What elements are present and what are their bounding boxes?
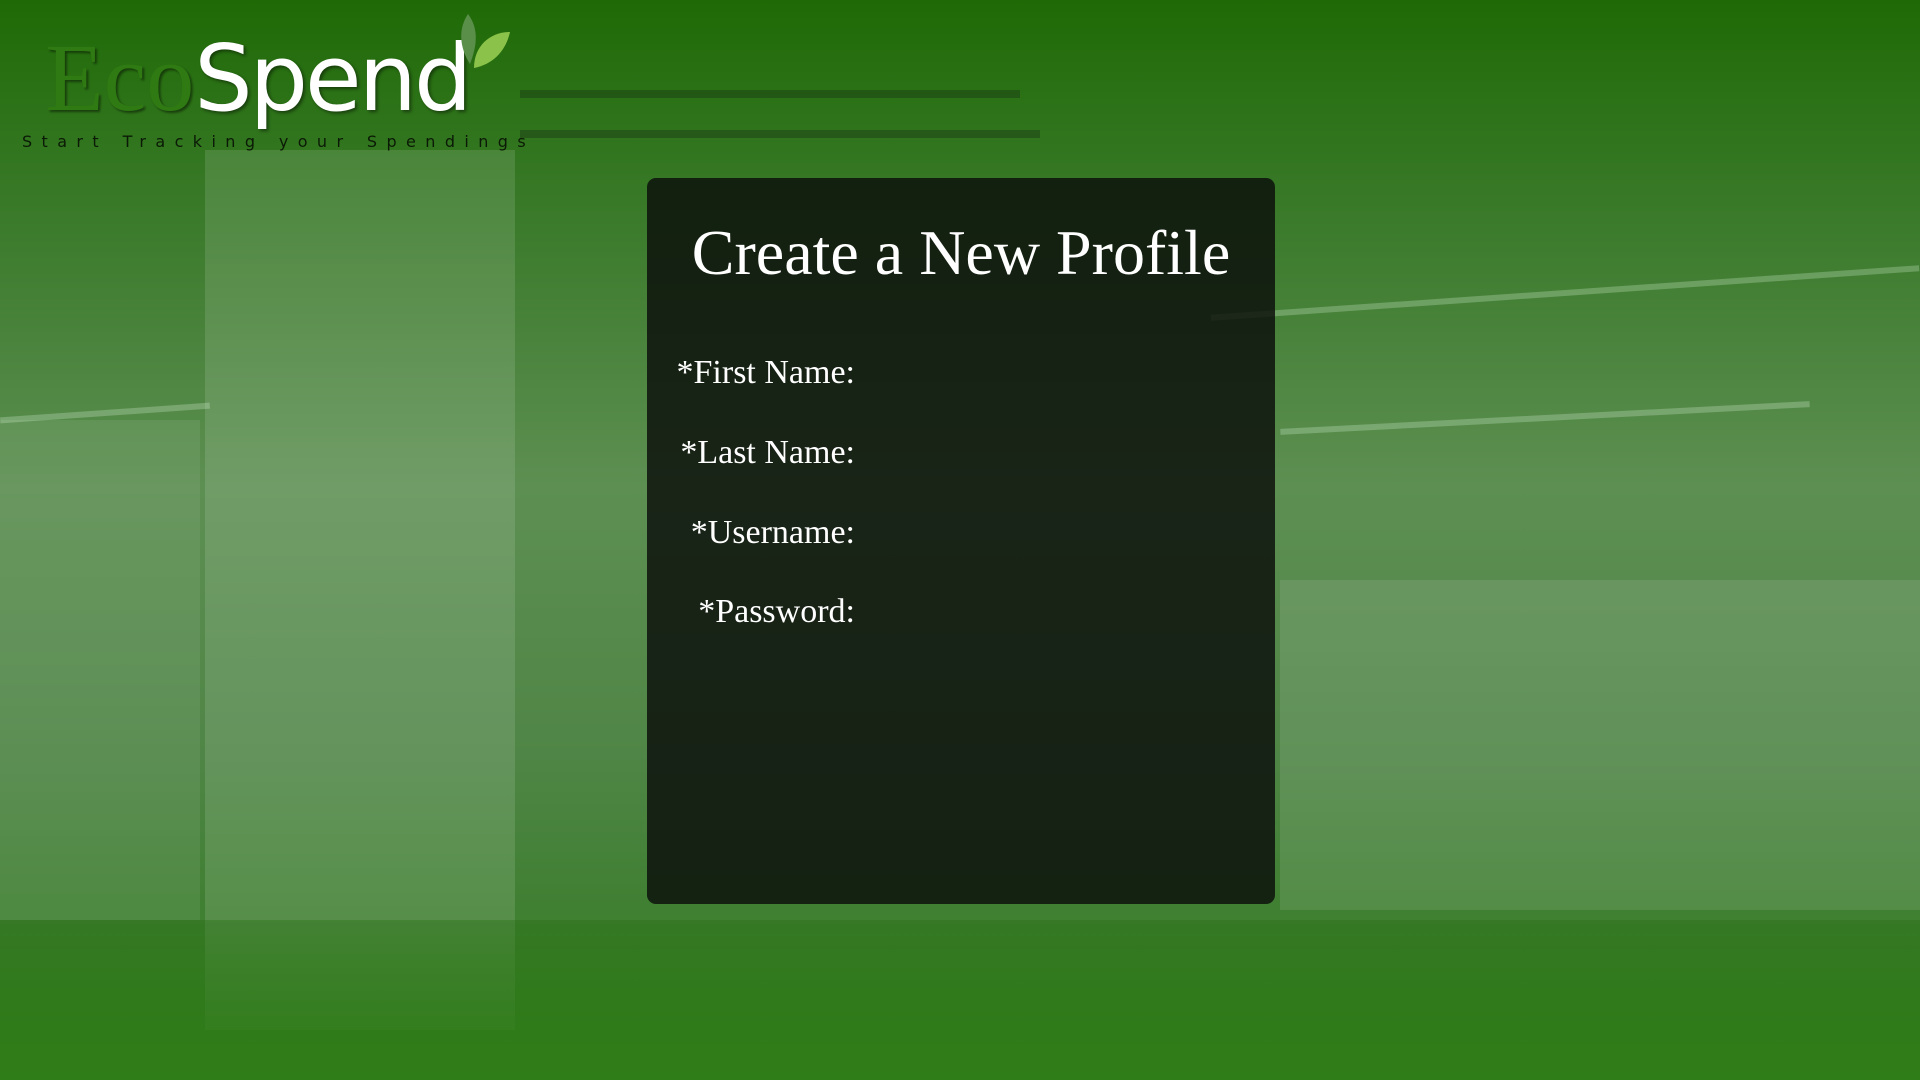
first-name-label: *First Name: [676,354,855,391]
ceiling-slat [520,90,1020,98]
logo-spend: Spend [194,25,472,132]
page-title: Create a New Profile [691,217,1231,288]
pillar [205,150,515,1030]
password-label: *Password: [698,593,855,630]
ceiling-slat [520,130,1040,138]
create-profile-panel: Create a New Profile *First Name: *Last … [647,178,1275,904]
glass-wall [0,420,200,920]
ceiling-light [1210,265,1920,321]
last-name-label: *Last Name: [680,434,855,471]
logo-eco: Eco [45,24,195,131]
lobby-wall [1280,580,1920,910]
ecospend-logo: EcoSpend [45,22,472,133]
username-label: *Username: [690,514,855,551]
floor [0,920,1920,1080]
tagline: Start Tracking your Spendings [22,132,536,151]
leaf-icon [461,14,510,68]
ceiling-light [1280,401,1810,435]
